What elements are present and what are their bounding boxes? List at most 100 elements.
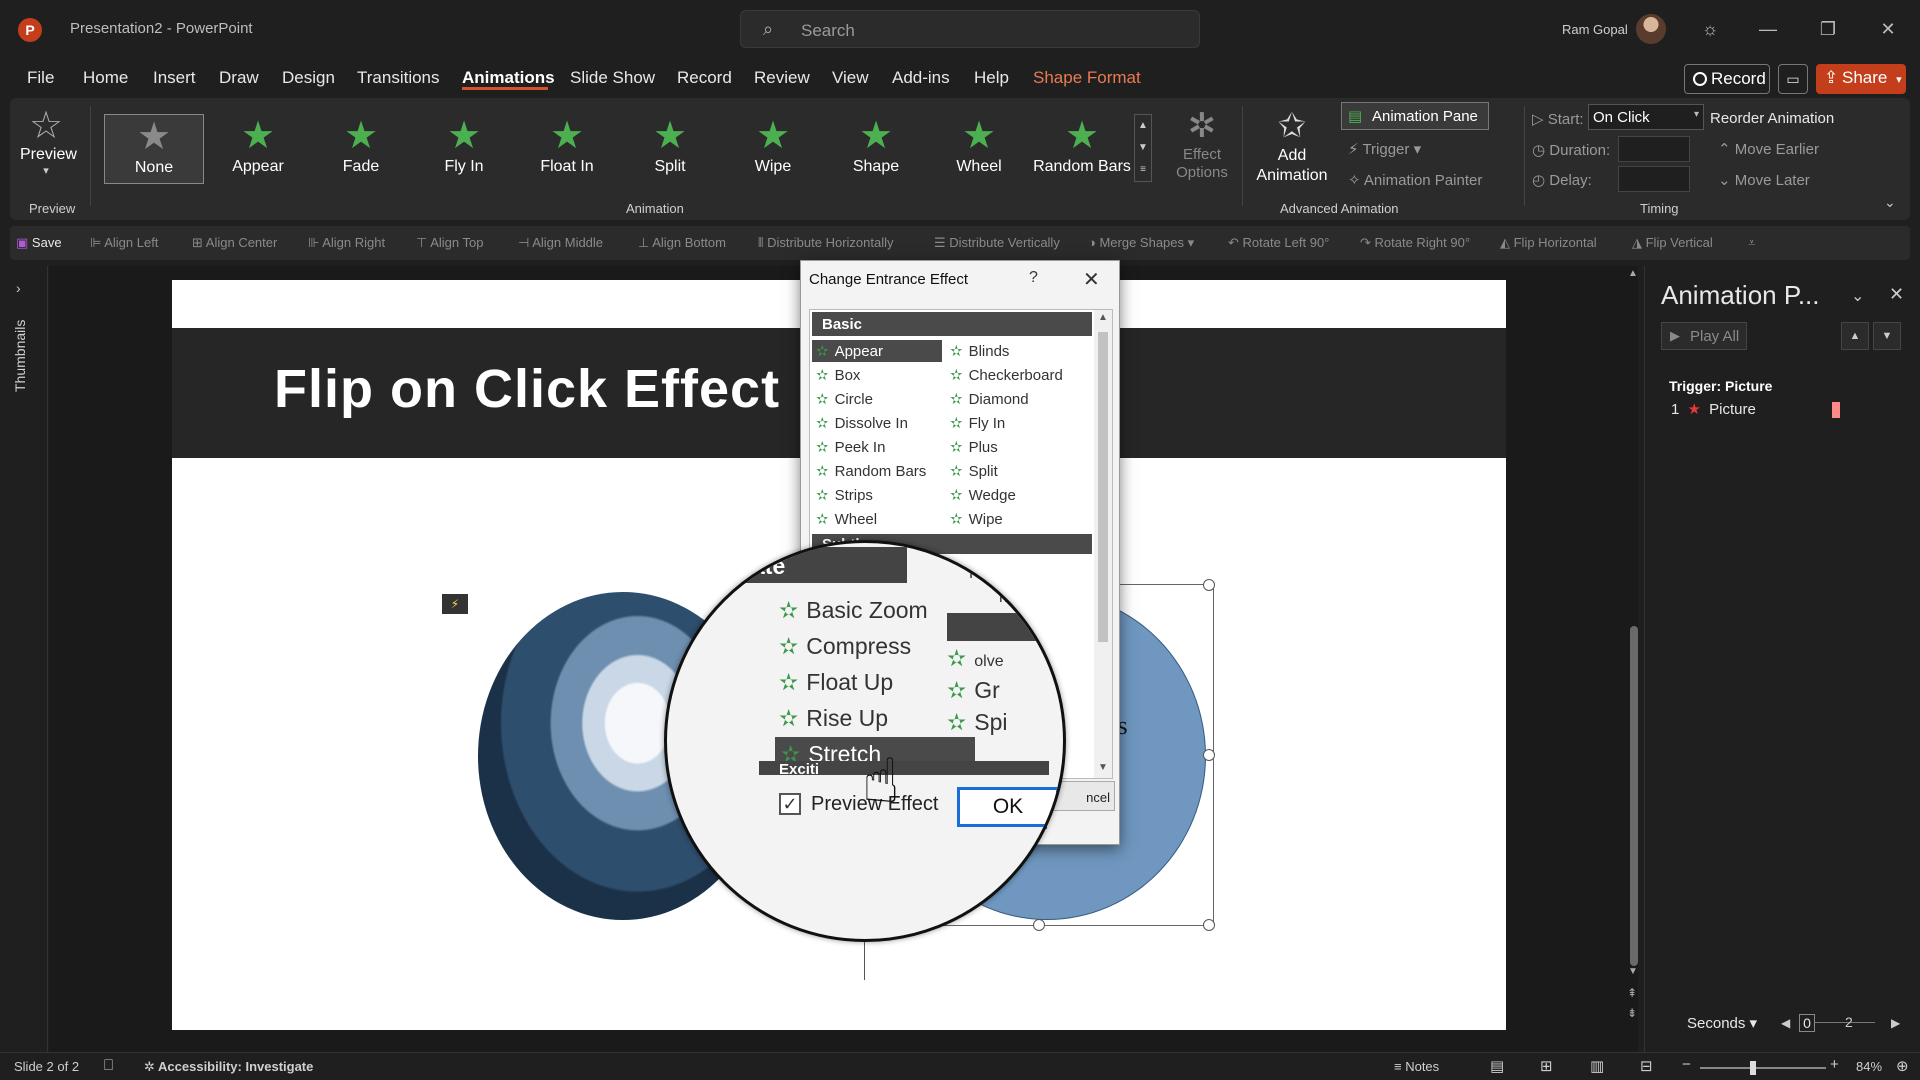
move-up-icon[interactable]: ▲	[1841, 322, 1869, 350]
effect-wheel[interactable]: ✫ Wheel	[816, 510, 877, 528]
timing-bar[interactable]	[1832, 402, 1840, 419]
gallery-wheel[interactable]: ★ Wheel	[929, 114, 1029, 184]
dialog-scroll-thumb[interactable]	[1098, 332, 1108, 642]
gallery-shape[interactable]: ★ Shape	[826, 114, 926, 184]
close-icon[interactable]: ✕	[1083, 267, 1100, 292]
resize-handle[interactable]	[1203, 749, 1215, 761]
qtb-rotate-left[interactable]: ↶ Rotate Left 90°	[1228, 235, 1329, 251]
close-pane-icon[interactable]: ✕	[1889, 284, 1904, 305]
timeline-left-icon[interactable]: ◀	[1781, 1016, 1790, 1030]
animation-pane-button[interactable]: ▤ Animation Pane	[1341, 102, 1489, 130]
fit-slide-icon[interactable]: ⊕	[1896, 1057, 1909, 1075]
play-all-button[interactable]: ▶ Play All	[1661, 322, 1747, 350]
move-earlier-button[interactable]: ⌃ Move Earlier	[1718, 140, 1819, 158]
help-icon[interactable]: ?	[1029, 269, 1038, 287]
timeline-right-icon[interactable]: ▶	[1891, 1016, 1900, 1030]
effect-peek-in[interactable]: ✫ Peek In	[816, 438, 885, 456]
qtb-align-left[interactable]: ⊫ Align Left	[90, 235, 158, 251]
next-slide-icon[interactable]: ⇟	[1627, 1006, 1637, 1020]
notes-button[interactable]: ≡ Notes	[1394, 1059, 1439, 1074]
scroll-down-icon[interactable]: ▼	[1628, 966, 1638, 977]
share-button[interactable]: ⇪ Share ▾	[1816, 64, 1906, 94]
magnified-float-up[interactable]: ✫ Float Up	[779, 669, 893, 696]
zoom-level[interactable]: 84%	[1856, 1059, 1882, 1074]
tab-shape-format[interactable]: Shape Format	[1033, 68, 1141, 88]
qtb-distribute-horizontally[interactable]: ⫴ Distribute Horizontally	[758, 235, 894, 251]
gallery-appear[interactable]: ★ Appear	[208, 114, 308, 184]
record-button[interactable]: Record	[1684, 64, 1770, 94]
restore-icon[interactable]: ❐	[1808, 14, 1848, 44]
qtb-save[interactable]: ▣ Save	[16, 235, 62, 251]
scroll-up-icon[interactable]: ▲	[1628, 268, 1638, 279]
magnified-spin-fragment[interactable]: ✫ Spi	[947, 709, 1008, 736]
zoom-slider-thumb[interactable]	[1750, 1061, 1756, 1075]
qtb-rotate-right[interactable]: ↷ Rotate Right 90°	[1360, 235, 1470, 251]
cancel-button[interactable]: ncel	[1053, 781, 1115, 811]
qtb-align-bottom[interactable]: ⊥ Align Bottom	[638, 235, 726, 251]
gallery-scroll[interactable]: ▲ ▼ ≡	[1134, 114, 1152, 182]
gallery-none[interactable]: ★ None	[104, 114, 204, 184]
preview-effect-checkbox[interactable]: ✓	[779, 793, 801, 815]
accessibility-status[interactable]: ✲ Accessibility: Investigate	[144, 1059, 313, 1075]
gallery-fade[interactable]: ★ Fade	[311, 114, 411, 184]
spellcheck-icon[interactable]: ⎕	[104, 1057, 113, 1074]
qtb-align-center[interactable]: ⊞ Align Center	[192, 235, 277, 251]
tab-transitions[interactable]: Transitions	[357, 68, 440, 88]
start-select[interactable]: On Click ▾	[1588, 104, 1704, 130]
search-box[interactable]: ⌕ Search	[740, 10, 1200, 48]
slide-title[interactable]: Flip on Click Effect	[274, 358, 780, 420]
effect-wipe[interactable]: ✫ Wipe	[950, 510, 1003, 528]
gallery-float-in[interactable]: ★ Float In	[517, 114, 617, 184]
magnified-dissolve-fragment[interactable]: ✫ olve	[947, 645, 1004, 672]
reading-view-icon[interactable]: ▥	[1590, 1057, 1604, 1075]
effect-random-bars[interactable]: ✫ Random Bars	[816, 462, 926, 480]
qtb-align-middle[interactable]: ⊣ Align Middle	[518, 235, 603, 251]
tab-record[interactable]: Record	[677, 68, 732, 88]
close-window-icon[interactable]: ✕	[1868, 14, 1908, 44]
thumbnails-label[interactable]: Thumbnails	[12, 320, 28, 392]
effect-box[interactable]: ✫ Box	[816, 366, 860, 384]
animation-tag-icon[interactable]: ⚡	[442, 594, 468, 614]
magnified-grow-fragment[interactable]: ✫ Gr	[947, 677, 1000, 704]
tab-view[interactable]: View	[832, 68, 869, 88]
effect-appear[interactable]: ✫ Appear	[812, 340, 942, 362]
qtb-distribute-vertically[interactable]: ☰ Distribute Vertically	[934, 235, 1060, 251]
expand-thumbnails-icon[interactable]: ›	[16, 280, 21, 296]
effect-fly-in[interactable]: ✫ Fly In	[950, 414, 1005, 432]
effect-checkerboard[interactable]: ✫ Checkerboard	[950, 366, 1063, 384]
prev-slide-icon[interactable]: ⇞	[1627, 986, 1637, 1000]
chevron-down-icon[interactable]: ⌄	[1851, 286, 1864, 306]
magnified-basic-zoom[interactable]: ✫ Basic Zoom	[779, 597, 928, 624]
move-down-icon[interactable]: ▼	[1873, 322, 1901, 350]
magnified-rise-up[interactable]: ✫ Rise Up	[779, 705, 888, 732]
effect-options-button[interactable]: ✲ Effect Options	[1166, 106, 1238, 182]
effect-dissolve-in[interactable]: ✫ Dissolve In	[816, 414, 908, 432]
seconds-dropdown[interactable]: Seconds ▾	[1687, 1014, 1757, 1032]
tab-slide-show[interactable]: Slide Show	[570, 68, 655, 88]
scroll-up-icon[interactable]: ▲	[1098, 312, 1108, 323]
resize-handle[interactable]	[1203, 579, 1215, 591]
qtb-flip-horizontal[interactable]: ◭ Flip Horizontal	[1500, 235, 1597, 251]
slide-sorter-icon[interactable]: ⊞	[1540, 1057, 1553, 1075]
zoom-slider[interactable]	[1700, 1067, 1826, 1069]
trigger-button[interactable]: ⚡ Trigger ▾	[1348, 140, 1421, 158]
scroll-thumb[interactable]	[1630, 626, 1638, 966]
tab-review[interactable]: Review	[754, 68, 810, 88]
minimize-icon[interactable]: —	[1748, 14, 1788, 44]
avatar[interactable]	[1636, 14, 1666, 44]
tab-animations[interactable]: Animations	[462, 68, 555, 88]
zoom-out-icon[interactable]: −	[1682, 1056, 1691, 1073]
magnified-compress[interactable]: ✫ Compress	[779, 633, 911, 660]
scroll-down-icon[interactable]: ▼	[1098, 762, 1108, 773]
qtb-align-right[interactable]: ⊪ Align Right	[308, 235, 385, 251]
add-animation-button[interactable]: ✩ Add Animation	[1250, 106, 1334, 186]
qtb-align-top[interactable]: ⊤ Align Top	[416, 235, 483, 251]
slide-vertical-scrollbar[interactable]: ▲ ▼ ⇞ ⇟	[1626, 266, 1642, 1046]
animation-list-item[interactable]: 1 ★ Picture	[1671, 400, 1840, 419]
gallery-fly-in[interactable]: ★ Fly In	[414, 114, 514, 184]
move-later-button[interactable]: ⌄ Move Later	[1718, 171, 1810, 189]
tab-draw[interactable]: Draw	[219, 68, 259, 88]
preview-button[interactable]: ☆ Preview ▾	[20, 106, 77, 177]
resize-handle[interactable]	[1033, 919, 1045, 931]
qtb-flip-vertical[interactable]: ◮ Flip Vertical	[1632, 235, 1713, 251]
